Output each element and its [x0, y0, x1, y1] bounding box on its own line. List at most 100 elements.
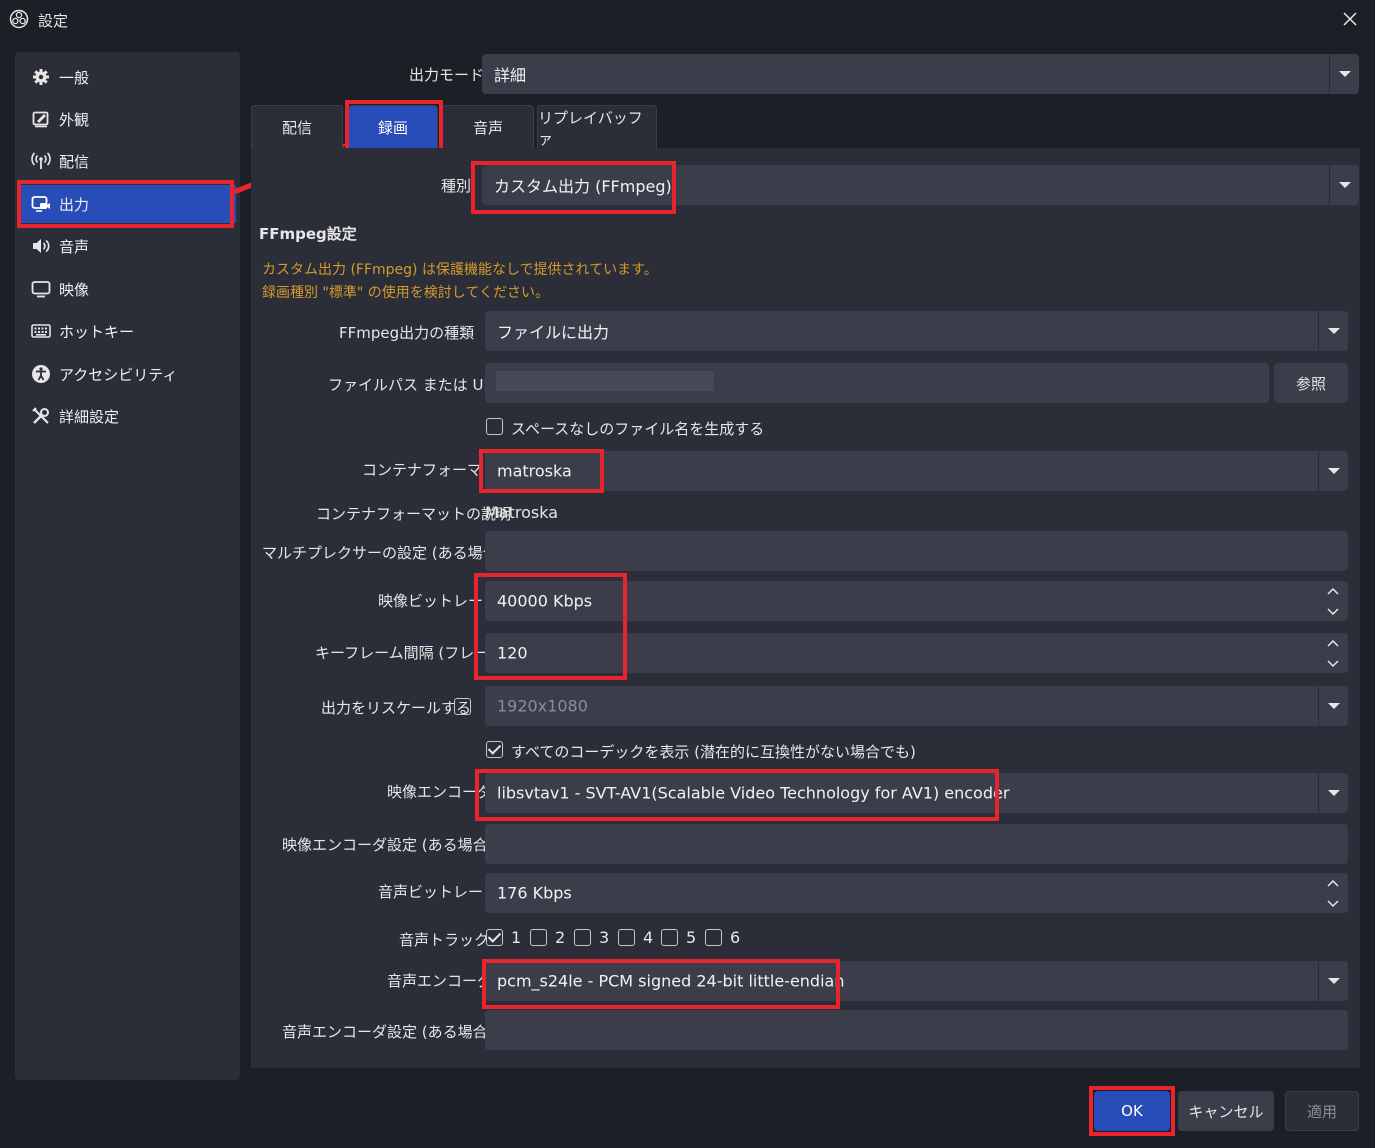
show-all-codecs-checkbox[interactable]: [486, 741, 503, 758]
output-mode-value: 詳細: [494, 66, 527, 85]
container-format-value: matroska: [497, 461, 572, 481]
no-space-label: スペースなしのファイル名を生成する: [511, 420, 765, 438]
tab-stream[interactable]: 配信: [251, 105, 343, 149]
chevron-down-icon: [1318, 451, 1348, 491]
audio-track-label-6: 6: [730, 928, 741, 947]
sidebar-item-output[interactable]: 出力: [19, 185, 236, 223]
video-encoder-settings-input[interactable]: [485, 824, 1348, 864]
warning-text: 録画種別 "標準" の使用を検討してください。: [262, 285, 549, 301]
cancel-button[interactable]: キャンセル: [1178, 1091, 1274, 1131]
sidebar-item-general[interactable]: 一般: [19, 58, 236, 96]
sidebar-item-label: 詳細設定: [59, 407, 120, 426]
audio-bitrate-value: 176 Kbps: [497, 883, 572, 903]
obs-logo-icon: [9, 9, 29, 33]
output-mode-label: 出力モード: [409, 66, 485, 84]
audio-track-checkbox-5[interactable]: [661, 929, 678, 946]
sidebar-item-stream[interactable]: 配信: [19, 142, 236, 180]
audio-track-checkbox-2[interactable]: [530, 929, 547, 946]
chevron-down-icon: [1318, 961, 1348, 1001]
ffmpeg-output-type-select[interactable]: ファイルに出力: [485, 311, 1348, 351]
sidebar-item-appearance[interactable]: 外観: [19, 100, 236, 138]
show-all-codecs-label: すべてのコーデックを表示 (潜在的に互換性がない場合でも): [511, 743, 916, 761]
video-encoder-select[interactable]: libsvtav1 - SVT-AV1(Scalable Video Techn…: [485, 773, 1348, 813]
sidebar-item-accessibility[interactable]: アクセシビリティ: [19, 355, 236, 393]
sidebar-item-label: アクセシビリティ: [59, 365, 178, 384]
video-encoder-label: 映像エンコーダ: [387, 783, 493, 801]
ffmpeg-output-type-value: ファイルに出力: [497, 323, 610, 342]
video-encoder-value: libsvtav1 - SVT-AV1(Scalable Video Techn…: [497, 783, 1010, 803]
audio-encoder-settings-label: 音声エンコーダ設定 (ある場合): [282, 1023, 494, 1041]
monitor-icon: [31, 279, 51, 299]
rescale-label: 出力をリスケールする: [321, 699, 472, 717]
video-bitrate-spinbox[interactable]: 40000 Kbps: [485, 581, 1348, 621]
sidebar-item-hotkeys[interactable]: ホットキー: [19, 312, 236, 350]
rescale-resolution-value: 1920x1080: [497, 696, 588, 716]
audio-track-label-3: 3: [599, 928, 610, 947]
sidebar-item-label: 音声: [59, 237, 90, 256]
video-bitrate-value: 40000 Kbps: [497, 591, 593, 611]
file-path-input[interactable]: [485, 363, 1269, 403]
muxer-settings-input[interactable]: [485, 531, 1348, 571]
container-desc-label: コンテナフォーマットの説明: [316, 505, 512, 523]
audio-track-checkbox-4[interactable]: [618, 929, 635, 946]
audio-bitrate-label: 音声ビットレート: [378, 883, 499, 901]
title-bar: 設定: [0, 0, 1375, 40]
audio-track-checkbox-1[interactable]: [486, 929, 503, 946]
tab-replay-buffer[interactable]: リプレイバッファ: [537, 105, 657, 149]
sidebar-item-label: 映像: [59, 280, 90, 299]
video-bitrate-label: 映像ビットレート: [378, 592, 499, 610]
audio-encoder-label: 音声エンコーダ: [387, 972, 493, 990]
spin-arrows-icon[interactable]: [1318, 581, 1348, 621]
sidebar-item-label: 一般: [59, 68, 90, 87]
ok-button[interactable]: OK: [1094, 1091, 1170, 1131]
output-mode-select[interactable]: 詳細: [482, 54, 1359, 94]
audio-encoder-value: pcm_s24le - PCM signed 24-bit little-end…: [497, 971, 845, 991]
sidebar-item-video[interactable]: 映像: [19, 270, 236, 308]
sidebar-item-advanced[interactable]: 詳細設定: [19, 397, 236, 435]
audio-track-checkbox-3[interactable]: [574, 929, 591, 946]
keyframe-interval-label: キーフレーム間隔 (フレーム: [315, 644, 504, 662]
appearance-icon: [31, 109, 51, 129]
broadcast-icon: [31, 151, 51, 171]
audio-track-checkbox-6[interactable]: [705, 929, 722, 946]
warning-text: カスタム出力 (FFmpeg) は保護機能なしで提供されています。: [262, 262, 658, 278]
file-path-label: ファイルパス または URL: [328, 376, 503, 394]
keyboard-icon: [31, 321, 51, 341]
audio-encoder-settings-input[interactable]: [485, 1010, 1348, 1050]
browse-button[interactable]: 参照: [1274, 363, 1348, 403]
keyframe-interval-spinbox[interactable]: 120: [485, 633, 1348, 673]
chevron-down-icon: [1329, 54, 1359, 94]
rescale-checkbox[interactable]: [454, 698, 471, 715]
audio-encoder-select[interactable]: pcm_s24le - PCM signed 24-bit little-end…: [485, 961, 1348, 1001]
tab-audio[interactable]: 音声: [442, 105, 534, 149]
sidebar-item-label: ホットキー: [59, 322, 135, 341]
sidebar-item-audio[interactable]: 音声: [19, 227, 236, 265]
spin-arrows-icon[interactable]: [1318, 633, 1348, 673]
chevron-down-icon: [1318, 686, 1348, 726]
sidebar-item-label: 配信: [59, 152, 90, 171]
window-title: 設定: [38, 12, 69, 30]
no-space-checkbox[interactable]: [486, 418, 503, 435]
sidebar-item-label: 外観: [59, 110, 90, 129]
tab-recording[interactable]: 録画: [348, 105, 438, 149]
chevron-down-icon: [1329, 165, 1359, 205]
apply-button[interactable]: 適用: [1285, 1091, 1359, 1131]
gear-icon: [31, 67, 51, 87]
spin-arrows-icon[interactable]: [1318, 873, 1348, 913]
close-icon[interactable]: [1339, 8, 1361, 30]
recording-type-select[interactable]: カスタム出力 (FFmpeg): [482, 165, 1359, 205]
container-format-select[interactable]: matroska: [485, 451, 1348, 491]
chevron-down-icon: [1318, 311, 1348, 351]
audio-track-label-5: 5: [686, 928, 697, 947]
audio-bitrate-spinbox[interactable]: 176 Kbps: [485, 873, 1348, 913]
audio-track-label-1: 1: [511, 928, 522, 947]
rescale-resolution-select[interactable]: 1920x1080: [485, 686, 1348, 726]
speaker-icon: [31, 236, 51, 256]
settings-sidebar: 一般 外観 配信 出力 音声 映像 ホットキー アクセシビリティ 詳細設定: [15, 52, 240, 1080]
chevron-down-icon: [1318, 773, 1348, 813]
container-desc-value: Matroska: [485, 503, 559, 522]
accessibility-icon: [31, 364, 51, 384]
redacted-path: [496, 371, 714, 391]
ffmpeg-output-type-label: FFmpeg出力の種類: [339, 324, 475, 342]
video-encoder-settings-label: 映像エンコーダ設定 (ある場合): [282, 836, 494, 854]
